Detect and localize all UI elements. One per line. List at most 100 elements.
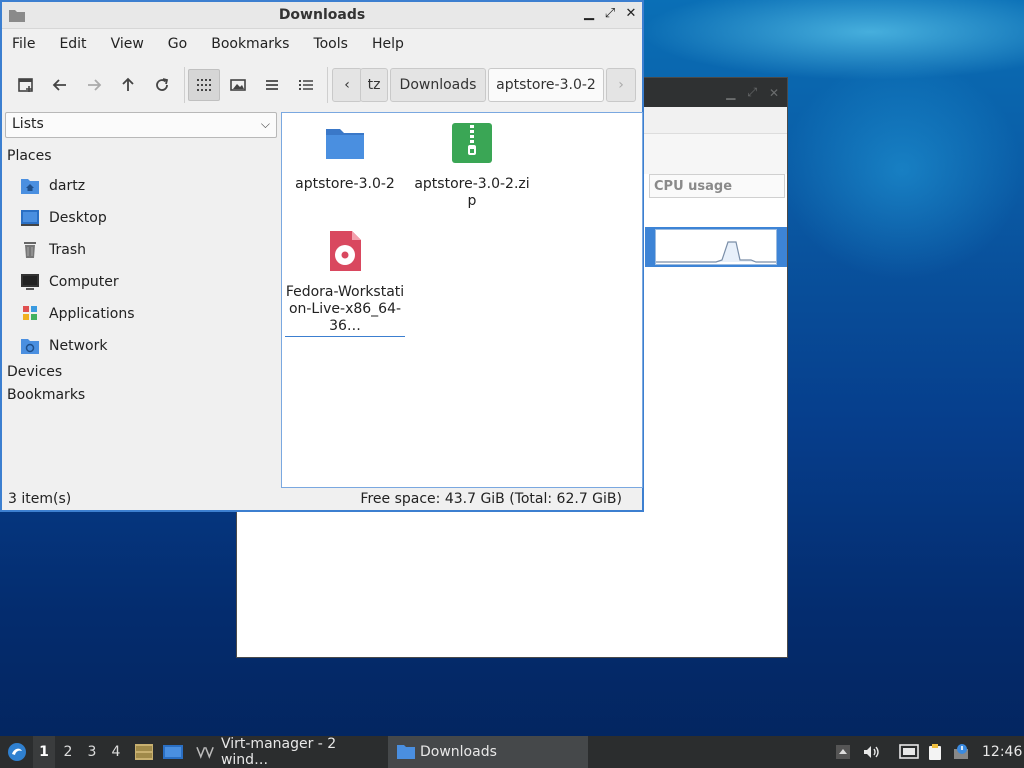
place-item-label: Computer <box>49 274 119 290</box>
close-icon[interactable]: ✕ <box>769 86 779 100</box>
file-item-folder[interactable]: aptstore-3.0-2 <box>285 121 405 193</box>
icon-view-icon[interactable] <box>188 69 220 101</box>
cpu-usage-graph <box>655 229 777 265</box>
side-pane-mode-value: Lists <box>12 116 44 132</box>
menu-go[interactable]: Go <box>168 36 187 52</box>
place-item-label: Desktop <box>49 210 107 226</box>
zip-archive-icon <box>452 123 492 163</box>
place-item-applications[interactable]: Applications <box>20 302 135 326</box>
task-label: Virt-manager - 2 wind… <box>220 736 337 768</box>
file-cabinet-icon <box>135 744 153 760</box>
bookmarks-heading[interactable]: Bookmarks <box>7 387 85 403</box>
item-count: 3 item(s) <box>8 491 72 507</box>
update-notifier-icon <box>954 744 968 759</box>
workspace-4[interactable]: 4 <box>105 736 127 768</box>
breadcrumb-scroll-right[interactable]: › <box>606 68 636 102</box>
menubar: File Edit View Go Bookmarks Tools Help <box>2 29 642 59</box>
tray-expand-icon <box>836 745 850 759</box>
file-item-iso[interactable]: Fedora-Workstation-Live-x86_64-36… <box>285 229 405 337</box>
side-pane-mode-select[interactable]: Lists ⌵ <box>5 112 277 138</box>
menu-bookmarks[interactable]: Bookmarks <box>211 36 289 52</box>
desktop-wallpaper-highlight <box>640 0 1024 80</box>
places-heading[interactable]: Places <box>7 148 52 164</box>
trash-icon <box>24 242 36 258</box>
place-item-computer[interactable]: Computer <box>20 270 119 294</box>
applications-icon <box>23 306 37 320</box>
toolbar: ‹ tz Downloads aptstore-3.0-2 › <box>2 59 642 109</box>
chevron-down-icon: ⌵ <box>260 117 270 131</box>
network-icon <box>21 339 39 354</box>
tray-updates[interactable] <box>952 736 970 768</box>
menu-help[interactable]: Help <box>372 36 404 52</box>
forward-icon[interactable] <box>82 73 106 97</box>
toolbar-separator <box>184 67 185 103</box>
place-item-network[interactable]: Network <box>20 334 107 358</box>
maximize-icon[interactable]: ⤢ <box>747 85 757 100</box>
workspace-2[interactable]: 2 <box>57 736 79 768</box>
window-titlebar[interactable]: Downloads ▁ ⤢ ✕ <box>2 2 642 29</box>
quicklaunch-files[interactable] <box>133 736 155 768</box>
workspace-3[interactable]: 3 <box>81 736 103 768</box>
home-folder-icon <box>21 179 39 194</box>
task-virt-manager[interactable]: Virt-manager - 2 wind… <box>188 736 388 768</box>
place-item-label: Network <box>49 338 108 354</box>
tray-network[interactable] <box>898 736 920 768</box>
breadcrumb-scroll-left[interactable]: ‹ <box>332 68 362 102</box>
workspace-1[interactable]: 1 <box>33 736 55 768</box>
disc-image-icon <box>330 231 361 271</box>
maximize-icon[interactable]: ⤢ <box>601 6 619 21</box>
show-desktop-icon <box>163 745 183 759</box>
clock[interactable]: 12:46 <box>982 736 1022 768</box>
minimize-icon[interactable]: ▁ <box>726 86 735 100</box>
place-item-desktop[interactable]: Desktop <box>20 206 107 230</box>
computer-icon <box>21 274 39 290</box>
side-pane: Lists ⌵ Places dartz Desktop Trash Compu… <box>4 110 278 488</box>
desktop-icon <box>21 210 39 226</box>
tray-show-hidden[interactable] <box>834 736 852 768</box>
tray-volume[interactable] <box>862 736 880 768</box>
place-item-home[interactable]: dartz <box>20 174 85 198</box>
breadcrumb-item-tz[interactable]: tz <box>360 68 388 102</box>
tray-clipboard[interactable] <box>926 736 944 768</box>
task-label: Downloads <box>420 744 497 760</box>
quicklaunch-desktop[interactable] <box>162 736 184 768</box>
task-downloads[interactable]: Downloads <box>388 736 588 768</box>
breadcrumb-item-aptstore[interactable]: aptstore-3.0-2 <box>488 68 604 102</box>
up-icon[interactable] <box>116 73 140 97</box>
place-item-trash[interactable]: Trash <box>20 238 86 262</box>
file-manager-window[interactable]: Downloads ▁ ⤢ ✕ File Edit View Go Bookma… <box>0 0 644 512</box>
place-item-label: dartz <box>49 178 86 194</box>
back-icon[interactable] <box>48 73 72 97</box>
file-name: aptstore-3.0-2.zip <box>414 176 530 209</box>
network-status-icon <box>899 744 919 759</box>
virt-manager-icon <box>196 746 214 759</box>
place-item-label: Applications <box>49 306 135 322</box>
menu-file[interactable]: File <box>12 36 35 52</box>
file-view[interactable]: aptstore-3.0-2 aptstore-3.0-2.zip Fedora… <box>281 112 643 488</box>
minimize-icon[interactable]: ▁ <box>580 6 598 21</box>
clipboard-icon <box>929 744 941 760</box>
menu-view[interactable]: View <box>111 36 144 52</box>
thumbnail-view-icon[interactable] <box>226 73 250 97</box>
new-tab-icon[interactable] <box>14 73 38 97</box>
file-item-zip[interactable]: aptstore-3.0-2.zip <box>412 121 532 210</box>
compact-view-icon[interactable] <box>260 73 284 97</box>
detailed-list-icon[interactable] <box>294 73 318 97</box>
toolbar-separator <box>327 67 328 103</box>
breadcrumb-item-downloads[interactable]: Downloads <box>390 68 486 102</box>
taskbar: 1 2 3 4 Virt-manager - 2 wind… Downloads… <box>0 736 1024 768</box>
menu-tools[interactable]: Tools <box>313 36 348 52</box>
status-bar: 3 item(s) Free space: 43.7 GiB (Total: 6… <box>2 489 642 511</box>
place-item-label: Trash <box>49 242 86 258</box>
menu-edit[interactable]: Edit <box>59 36 86 52</box>
cpu-usage-column-header[interactable]: CPU usage <box>649 174 785 198</box>
free-space: Free space: 43.7 GiB (Total: 62.7 GiB) <box>360 491 622 507</box>
folder-icon <box>326 129 364 159</box>
reload-icon[interactable] <box>150 73 174 97</box>
close-icon[interactable]: ✕ <box>622 6 640 21</box>
devices-heading[interactable]: Devices <box>7 364 62 380</box>
window-title: Downloads <box>278 7 366 23</box>
start-menu-button[interactable] <box>4 736 30 768</box>
folder-icon <box>397 745 415 759</box>
vm-row-selected[interactable] <box>645 227 787 267</box>
